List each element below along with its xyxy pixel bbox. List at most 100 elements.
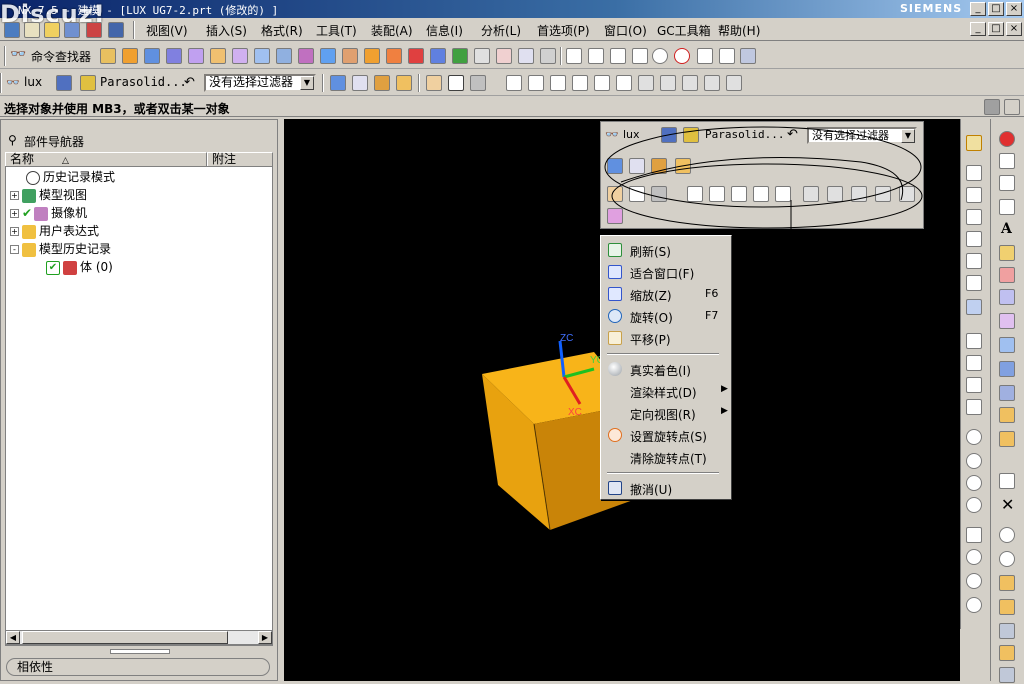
radial-dim-icon[interactable]: [966, 597, 982, 613]
mass-properties-icon[interactable]: [999, 575, 1015, 591]
menu-item-rotate[interactable]: 旋转(O) F7: [601, 306, 731, 326]
circle-center-icon[interactable]: [966, 453, 982, 469]
pocket-icon[interactable]: [276, 48, 292, 64]
select-face-icon[interactable]: [448, 75, 464, 91]
sketch-icon[interactable]: [100, 48, 116, 64]
cross-line-icon[interactable]: [966, 231, 982, 247]
boss-icon[interactable]: [254, 48, 270, 64]
menu-assembly[interactable]: 装配(A): [371, 22, 413, 39]
menu-tools[interactable]: 工具(T): [316, 22, 357, 39]
trim-body-icon[interactable]: [518, 48, 534, 64]
menu-item-clear-rotation-point[interactable]: 清除旋转点(T): [601, 447, 731, 467]
scroll-right-icon[interactable]: ▶: [258, 631, 272, 644]
cylinder-icon[interactable]: [166, 48, 182, 64]
sketch-tool-icon[interactable]: [966, 135, 982, 151]
expand-icon[interactable]: +: [10, 227, 19, 236]
chevron-down-icon[interactable]: ▼: [300, 76, 314, 90]
draft-icon[interactable]: [496, 48, 512, 64]
point-icon[interactable]: [632, 48, 648, 64]
tree-item-history-mode[interactable]: 历史记录模式: [26, 169, 115, 185]
menu-item-fit-window[interactable]: 适合窗口(F): [601, 262, 731, 282]
intersect-icon[interactable]: [408, 48, 424, 64]
section-view-icon[interactable]: [999, 599, 1015, 615]
dependency-panel[interactable]: 相依性: [6, 658, 270, 676]
menu-view[interactable]: 视图(V): [146, 22, 188, 39]
unite-icon[interactable]: [364, 48, 380, 64]
app-icon[interactable]: [4, 22, 20, 38]
arc-tool-icon[interactable]: [966, 333, 982, 349]
arc-icon[interactable]: [588, 48, 604, 64]
constraint-icon[interactable]: [966, 527, 982, 543]
diagonal-line-icon[interactable]: [719, 48, 735, 64]
component-select-icon[interactable]: [374, 75, 390, 91]
checkbox-checked-icon[interactable]: ✔: [46, 260, 60, 275]
profile-icon[interactable]: [966, 165, 982, 181]
menu-window[interactable]: 窗口(O): [604, 22, 647, 39]
menu-info[interactable]: 信息(I): [426, 22, 463, 39]
menu-analysis[interactable]: 分析(L): [481, 22, 521, 39]
spline-icon[interactable]: [610, 48, 626, 64]
status-icon[interactable]: [984, 99, 1000, 115]
column-header-note[interactable]: 附注: [207, 152, 273, 167]
dimension-icon[interactable]: [966, 549, 982, 565]
rectangle-outline-icon[interactable]: [999, 199, 1015, 215]
feature-select-icon[interactable]: [352, 75, 368, 91]
expand-icon[interactable]: +: [10, 191, 19, 200]
pin-icon[interactable]: ⚲: [8, 133, 17, 147]
expand-icon[interactable]: +: [10, 209, 19, 218]
snap-quadrant-icon[interactable]: [616, 75, 632, 91]
block-icon[interactable]: [144, 48, 160, 64]
shell-icon[interactable]: [474, 48, 490, 64]
command-finder-button[interactable]: 命令查找器: [31, 48, 91, 65]
hole-icon[interactable]: [232, 48, 248, 64]
column-header-name[interactable]: 名称 △: [5, 152, 207, 167]
snap-point-on-curve-icon[interactable]: [660, 75, 676, 91]
cone-icon[interactable]: [188, 48, 204, 64]
trim-curve-icon[interactable]: [966, 355, 982, 371]
collapse-icon[interactable]: -: [10, 245, 19, 254]
scale-body-icon[interactable]: [999, 385, 1015, 401]
revolve-icon[interactable]: [999, 313, 1015, 329]
snap-control-icon[interactable]: [550, 75, 566, 91]
tree-item-cameras[interactable]: + ✔ 摄像机: [10, 205, 87, 221]
pattern-icon[interactable]: [999, 245, 1015, 261]
fillet-curve-icon[interactable]: [966, 275, 982, 291]
snap-options-icon[interactable]: [726, 75, 742, 91]
circle-icon[interactable]: [652, 48, 668, 64]
splitter-handle[interactable]: [110, 649, 170, 654]
datum-axis-icon[interactable]: [999, 431, 1015, 447]
undo-icon[interactable]: [86, 22, 102, 38]
angular-dim-icon[interactable]: [966, 573, 982, 589]
subtract-icon[interactable]: [386, 48, 402, 64]
layer-icon[interactable]: [80, 75, 96, 91]
sweep-icon[interactable]: [999, 289, 1015, 305]
circle-tool-icon[interactable]: [966, 429, 982, 445]
tree-item-model-history[interactable]: - 模型历史记录: [10, 241, 111, 257]
arc-red-icon[interactable]: [999, 175, 1015, 191]
sphere-icon[interactable]: [210, 48, 226, 64]
scroll-left-icon[interactable]: ◀: [6, 631, 20, 644]
snap-endpoint-icon[interactable]: [506, 75, 522, 91]
snap-point-on-face-icon[interactable]: [682, 75, 698, 91]
menu-item-pan[interactable]: 平移(P): [601, 328, 731, 348]
save-icon[interactable]: [64, 22, 80, 38]
text-tool-icon[interactable]: A: [1001, 221, 1012, 237]
menu-insert[interactable]: 插入(S): [206, 22, 247, 39]
extrude-icon[interactable]: [122, 48, 138, 64]
open-icon[interactable]: [44, 22, 60, 38]
menu-item-render-style[interactable]: 渲染样式(D) ▶: [601, 381, 731, 401]
selection-filter-dropdown[interactable]: 没有选择过滤器 ▼: [204, 74, 316, 92]
mirror-icon[interactable]: [999, 267, 1015, 283]
menu-item-refresh[interactable]: 刷新(S): [601, 240, 731, 260]
shaded-view-icon[interactable]: [999, 645, 1015, 661]
parasolid-label[interactable]: Parasolid...: [100, 75, 187, 89]
angle-line-icon[interactable]: [966, 253, 982, 269]
menu-gc-toolbox[interactable]: GC工具箱: [657, 22, 711, 39]
new-icon[interactable]: [24, 22, 40, 38]
chamfer-icon[interactable]: [452, 48, 468, 64]
doc-minimize-button[interactable]: _: [970, 22, 986, 36]
cut-icon[interactable]: [108, 22, 124, 38]
menu-item-orient-view[interactable]: 定向视图(R) ▶: [601, 403, 731, 423]
menu-item-zoom[interactable]: 缩放(Z) F6: [601, 284, 731, 304]
pad-icon[interactable]: [298, 48, 314, 64]
